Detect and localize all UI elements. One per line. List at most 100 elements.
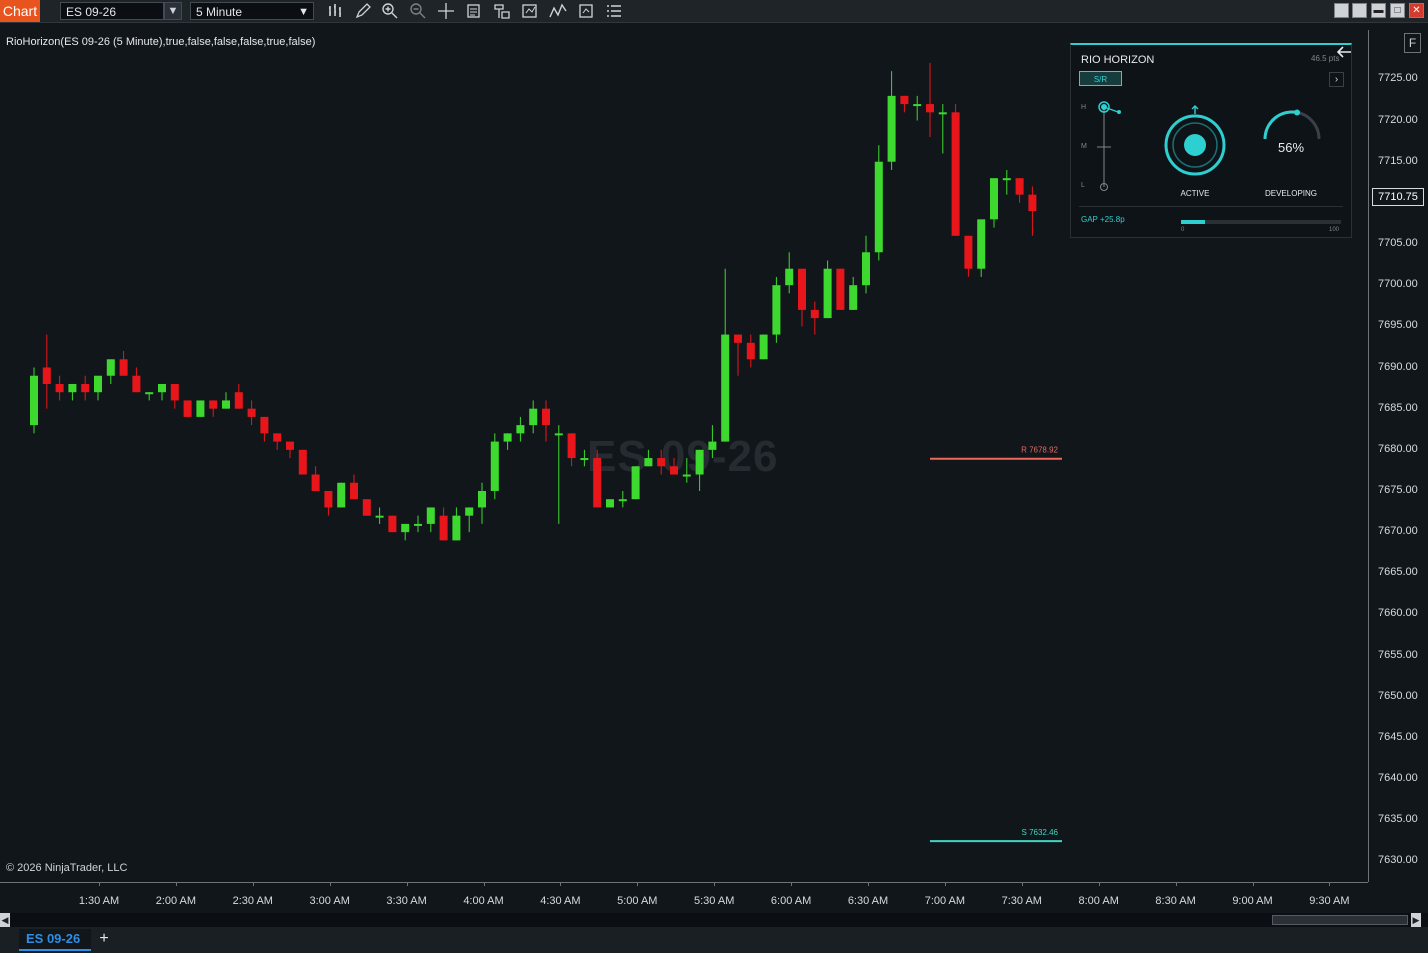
price-tick-label: 7640.00 [1378, 772, 1418, 785]
chevron-right-icon[interactable]: › [1329, 72, 1344, 87]
candle-body [260, 416, 269, 434]
candle-body [81, 383, 90, 393]
developing-label: DEVELOPING [1264, 189, 1317, 198]
zoom-out-icon[interactable] [409, 3, 427, 19]
price-tick-label: 7680.00 [1378, 442, 1418, 455]
data-box-icon[interactable] [465, 3, 483, 19]
scrollbar-thumb[interactable] [1272, 915, 1408, 925]
candle-body [414, 523, 422, 526]
candle-body [362, 499, 371, 516]
candle-body [926, 104, 934, 113]
bars-type-icon[interactable] [327, 3, 345, 19]
candle-body [516, 425, 525, 434]
candle-body [593, 458, 602, 508]
list-icon[interactable] [605, 3, 623, 19]
f-button[interactable]: F [1404, 33, 1421, 53]
candle-body [170, 383, 179, 401]
candle-body [580, 458, 589, 461]
maximize-icon[interactable]: □ [1390, 3, 1405, 18]
scroll-left-icon[interactable]: ◀ [0, 913, 10, 927]
price-tick-label: 7720.00 [1378, 113, 1418, 126]
time-tick-mark [714, 882, 716, 886]
price-tick-label: 7690.00 [1378, 360, 1418, 373]
instrument-selector[interactable]: ES 09-26 [60, 2, 164, 20]
price-tick-label: 7660.00 [1378, 607, 1418, 620]
widget-divider [1079, 206, 1343, 207]
gauge-fill [1263, 110, 1298, 140]
tab-es-09-26[interactable]: ES 09-26 [19, 929, 91, 951]
crosshair-icon[interactable] [437, 3, 455, 19]
candle-body [158, 383, 166, 393]
time-tick-label: 8:30 AM [1155, 895, 1196, 907]
rio-horizon-widget[interactable]: RIO HORIZON 46.5 pts S/R › H M L ACTIVE … [1070, 43, 1352, 238]
candle-body [209, 400, 218, 409]
gauge-knob [1294, 109, 1301, 116]
level-slider[interactable] [1093, 99, 1127, 195]
candle-body [862, 252, 870, 286]
candle-body [388, 515, 397, 533]
resistance-label: R 7678.92 [1021, 446, 1058, 455]
candle-body [42, 367, 51, 384]
time-tick-mark [1021, 882, 1023, 886]
candle-body [94, 375, 102, 393]
time-tick-mark [99, 882, 100, 886]
candle-body [759, 334, 768, 360]
time-tick-label: 4:30 AM [540, 895, 581, 907]
developing-percent: 56% [1277, 140, 1305, 155]
pencil-icon[interactable] [354, 3, 372, 19]
collapse-arrow-icon[interactable] [1335, 45, 1353, 59]
horizontal-scrollbar[interactable] [0, 913, 1428, 927]
zoom-in-icon[interactable] [381, 3, 399, 19]
properties-icon[interactable] [493, 3, 511, 19]
minimize-icon[interactable]: ▬ [1371, 3, 1386, 18]
candle-body [452, 515, 461, 541]
time-tick-mark [1098, 882, 1100, 886]
candle-body [490, 441, 499, 491]
price-tick-label: 7650.00 [1378, 689, 1418, 702]
slider-label-l: L [1081, 182, 1085, 189]
instrument-tab-bar [0, 927, 1428, 953]
close-icon[interactable]: ✕ [1409, 3, 1424, 18]
chevron-down-icon[interactable]: ▼ [164, 2, 182, 20]
active-indicator-icon [1164, 105, 1226, 176]
candle-body [324, 490, 333, 508]
candle-body [222, 400, 230, 409]
candle-body [874, 161, 883, 253]
price-tick-label: 7725.00 [1378, 72, 1418, 85]
time-tick-label: 4:00 AM [463, 895, 504, 907]
candle-body [631, 466, 640, 500]
tile-icon[interactable] [1352, 3, 1367, 18]
candle-body [900, 95, 909, 105]
candle-body [657, 458, 666, 467]
strategies-icon[interactable] [521, 3, 539, 19]
candle-body [913, 104, 922, 107]
time-tick-mark [944, 882, 946, 886]
add-tab-button[interactable]: + [96, 930, 112, 948]
candle-body [849, 285, 858, 310]
candle-body [798, 268, 806, 310]
candle-body [938, 112, 947, 115]
candle-body [1028, 194, 1037, 212]
price-tick-label: 7635.00 [1378, 813, 1418, 826]
candle-body [183, 400, 192, 417]
scroll-right-icon[interactable]: ▶ [1411, 913, 1421, 927]
time-tick-mark [1175, 882, 1177, 886]
support-label: S 7632.46 [1022, 828, 1059, 837]
candle-body [567, 433, 576, 459]
candle-body [951, 112, 960, 236]
time-tick-mark [560, 882, 562, 886]
copyright-text: © 2026 NinjaTrader, LLC [6, 862, 128, 874]
tile-icon[interactable] [1334, 3, 1349, 18]
candle-body [30, 375, 38, 426]
interval-selector[interactable]: 5 Minute ▼ [190, 2, 314, 20]
indicators-icon[interactable] [549, 3, 567, 19]
progress-max: 100 [1329, 227, 1340, 233]
candle-body [734, 334, 742, 343]
chart-window-tab[interactable]: Chart [0, 0, 40, 22]
price-tick-label: 7700.00 [1378, 278, 1418, 291]
tab-sr[interactable]: S/R [1079, 71, 1122, 86]
templates-icon[interactable] [577, 3, 595, 19]
time-tick-label: 6:30 AM [847, 895, 889, 907]
gap-progress-fill [1181, 220, 1205, 224]
price-tick-label: 7645.00 [1378, 730, 1418, 743]
